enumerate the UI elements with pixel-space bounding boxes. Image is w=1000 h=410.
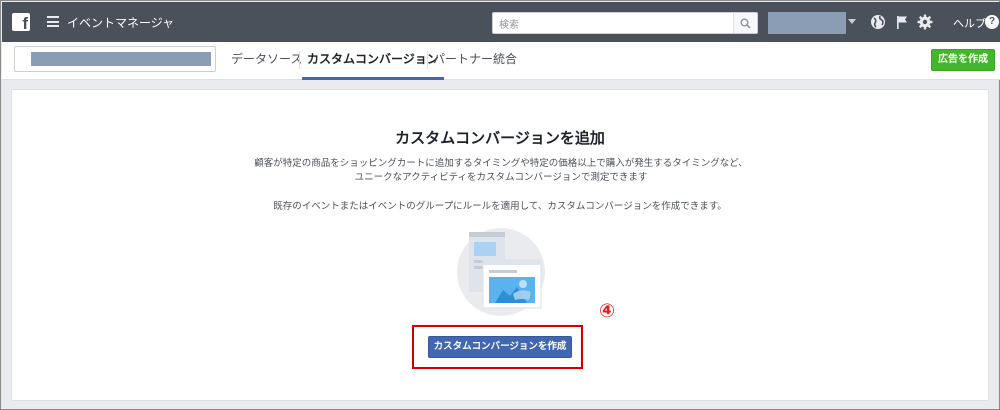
search-button[interactable] bbox=[733, 13, 757, 33]
window-frame: f イベントマネージャ 検索 ヘルプ ? データソース カスタムコンバージョン … bbox=[0, 0, 1000, 410]
tab-divider bbox=[427, 51, 428, 69]
description-secondary: 既存のイベントまたはイベントのグループにルールを適用して、カスタムコンバージョン… bbox=[273, 201, 727, 212]
tab-partner-integrations[interactable]: パートナー統合 bbox=[433, 42, 517, 80]
search-icon bbox=[740, 18, 751, 29]
create-custom-conversion-button[interactable]: カスタムコンバージョンを作成 bbox=[428, 336, 572, 358]
custom-conversion-illustration bbox=[457, 228, 545, 316]
tab-data-sources[interactable]: データソース bbox=[231, 42, 302, 80]
gear-icon[interactable] bbox=[917, 14, 933, 30]
help-icon[interactable]: ? bbox=[985, 15, 999, 29]
chevron-down-icon[interactable] bbox=[848, 19, 856, 24]
tab-divider bbox=[299, 51, 300, 69]
page-title: カスタムコンバージョンを追加 bbox=[395, 129, 605, 147]
help-link[interactable]: ヘルプ bbox=[953, 15, 986, 31]
top-bar: f イベントマネージャ 検索 ヘルプ ? bbox=[2, 2, 1000, 42]
main-panel: カスタムコンバージョンを追加 顧客が特定の商品をショッピングカートに追加するタイ… bbox=[11, 89, 989, 401]
step-marker: ④ bbox=[598, 300, 616, 322]
description: 顧客が特定の商品をショッピングカートに追加するタイミングや特定の価格以上で購入が… bbox=[254, 158, 748, 183]
globe-icon[interactable] bbox=[870, 14, 886, 30]
menu-icon[interactable] bbox=[47, 16, 59, 27]
search-input[interactable] bbox=[493, 15, 729, 36]
nav-bar: データソース カスタムコンバージョン パートナー統合 広告を作成 bbox=[2, 42, 1000, 80]
flag-icon[interactable] bbox=[894, 14, 910, 30]
search-box bbox=[492, 12, 758, 36]
create-ad-button[interactable]: 広告を作成 bbox=[931, 49, 995, 71]
facebook-logo-icon[interactable]: f bbox=[12, 13, 30, 31]
tab-custom-conversions[interactable]: カスタムコンバージョン bbox=[302, 42, 444, 80]
account-switcher[interactable] bbox=[768, 12, 846, 34]
app-title: イベントマネージャ bbox=[67, 16, 175, 30]
business-account-selector[interactable] bbox=[14, 46, 216, 72]
